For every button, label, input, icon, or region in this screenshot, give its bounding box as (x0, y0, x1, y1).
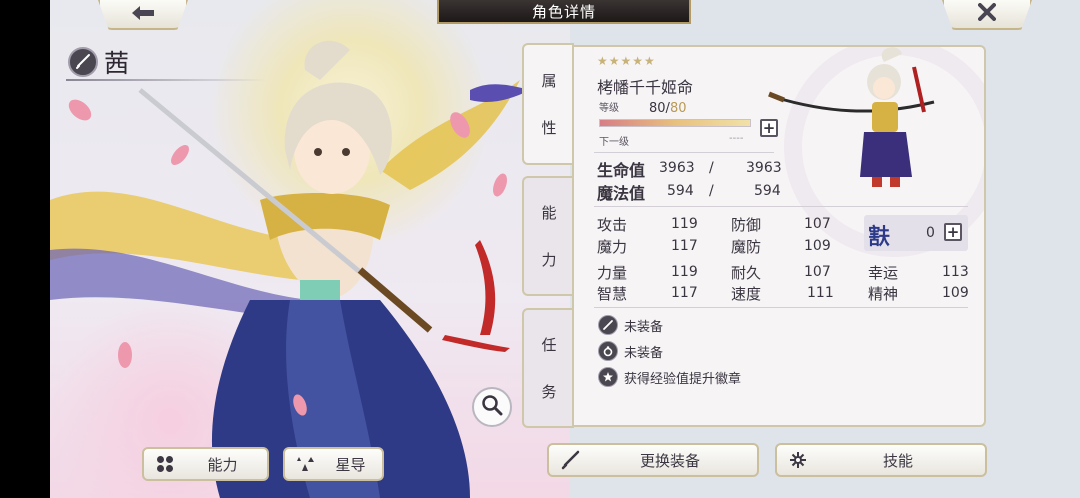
stat-value-wisdom: 117 (671, 285, 698, 301)
stat-value-speed: 111 (807, 285, 834, 301)
stat-value-strength: 119 (671, 264, 698, 280)
hp-label: 生命值 (597, 161, 646, 180)
rune-slot: 㝬 0 + (864, 215, 968, 251)
rarity-stars: ★★★★★ (597, 54, 656, 68)
equip-slot-badge-label: 获得经验值提升徽章 (624, 371, 742, 387)
hp-max: 3963 (746, 160, 782, 176)
tab-attributes-char-1: 属 (541, 72, 557, 90)
next-level-label: 下一级 (599, 137, 629, 148)
level-max: 80 (669, 101, 687, 116)
stat-label-magic-def: 魔防 (731, 238, 762, 256)
stat-label-luck: 幸运 (868, 264, 899, 282)
tab-attributes-char-2: 性 (541, 119, 557, 137)
name-divider (66, 79, 266, 81)
sword-icon (557, 450, 583, 470)
rune-glyph: 㝬 (868, 225, 891, 250)
skills-button[interactable]: 技能 (775, 443, 987, 477)
tab-task[interactable]: 任 务 (522, 308, 574, 428)
sparkle-icon (785, 450, 811, 470)
stat-value-magic: 117 (671, 238, 698, 254)
stat-label-endurance: 耐久 (731, 264, 762, 282)
equip-slot-accessory[interactable]: 未装备 (598, 341, 663, 361)
character-short-name: 茜 (104, 49, 130, 78)
divider-1 (594, 152, 774, 153)
level-current: 80 (649, 101, 666, 116)
zoom-button[interactable] (472, 387, 512, 427)
stat-value-luck: 113 (942, 264, 969, 280)
sword-class-icon (68, 47, 98, 77)
ability-grid-icon (152, 455, 178, 473)
character-chibi-sprite (764, 47, 964, 206)
character-name-row: 茜 (68, 44, 129, 80)
ability-button-label: 能力 (207, 455, 238, 474)
mp-slash: / (709, 183, 714, 199)
arrow-left-icon (130, 2, 156, 27)
stat-label-wisdom: 智慧 (597, 285, 628, 303)
mp-max: 594 (754, 183, 781, 199)
close-button[interactable] (942, 0, 1032, 30)
change-equipment-button[interactable]: 更换装备 (547, 443, 759, 477)
stat-label-defense: 防御 (731, 216, 762, 234)
exp-bar-fill (600, 120, 750, 126)
ability-button[interactable]: 能力 (142, 447, 269, 481)
star-guide-label: 星导 (335, 455, 366, 474)
stat-label-strength: 力量 (597, 264, 628, 282)
screen-left-edge (0, 0, 50, 498)
ring-slot-icon (598, 341, 618, 361)
equip-slot-accessory-label: 未装备 (624, 345, 664, 361)
divider-2 (594, 206, 968, 207)
equip-slot-badge[interactable]: 获得经验值提升徽章 (598, 367, 741, 387)
star-cluster-icon (293, 455, 319, 473)
hp-slash: / (709, 160, 714, 176)
sword-slot-icon (598, 315, 618, 335)
next-level-value: ---- (729, 133, 744, 144)
star-guide-button[interactable]: 星导 (283, 447, 384, 481)
stat-value-attack: 119 (671, 216, 698, 232)
close-x-icon (978, 2, 996, 27)
mp-current: 594 (667, 183, 694, 199)
tab-ability[interactable]: 能 力 (522, 176, 574, 296)
hp-current: 3963 (659, 160, 695, 176)
rune-value: 0 (926, 225, 935, 241)
equip-slot-weapon-label: 未装备 (624, 319, 664, 335)
back-button[interactable] (98, 0, 188, 30)
tab-task-char-2: 务 (541, 383, 557, 401)
tab-task-char-1: 任 (541, 336, 557, 354)
equip-slot-weapon[interactable]: 未装备 (598, 315, 663, 335)
skills-label: 技能 (882, 451, 913, 470)
badge-star-icon (598, 367, 618, 387)
rune-plus-button[interactable]: + (944, 223, 962, 241)
tab-ability-char-1: 能 (541, 204, 557, 222)
level-label: 等级 (599, 103, 619, 114)
tab-attributes[interactable]: 属 性 (522, 43, 574, 165)
stat-value-defense: 107 (804, 216, 831, 232)
divider-3 (594, 307, 968, 308)
level-value: 80/80 (649, 101, 686, 116)
stat-label-magic: 魔力 (597, 238, 628, 256)
magnifier-icon (481, 394, 503, 420)
stat-label-spirit: 精神 (868, 285, 899, 303)
character-detail-panel: ★★★★★ 栲幡千千姬命 等级 80/80 + 下一级 ---- 生命值 396… (572, 45, 986, 427)
stat-value-endurance: 107 (804, 264, 831, 280)
mp-label: 魔法值 (597, 184, 646, 203)
stat-value-magic-def: 109 (804, 238, 831, 254)
page-title: 角色详情 (437, 0, 691, 24)
character-full-name: 栲幡千千姬命 (597, 78, 694, 97)
tab-ability-char-2: 力 (541, 251, 557, 269)
exp-bar (599, 119, 751, 127)
stat-label-speed: 速度 (731, 285, 762, 303)
stat-value-spirit: 109 (942, 285, 969, 301)
stat-label-attack: 攻击 (597, 216, 628, 234)
change-equipment-label: 更换装备 (639, 451, 700, 470)
